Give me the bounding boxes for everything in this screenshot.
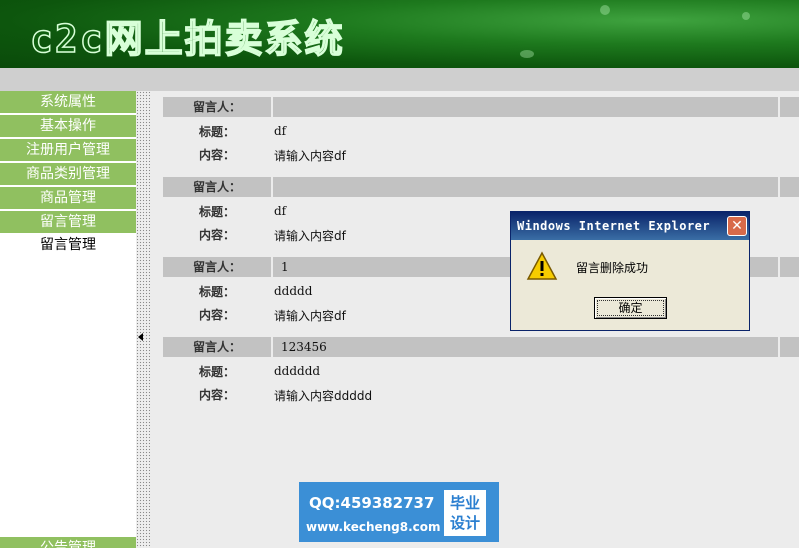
content-label: 内容： (198, 228, 235, 242)
dialog-message: 留言删除成功 (576, 261, 649, 275)
title-value: ddddd (274, 284, 313, 298)
author-value: 1 (281, 260, 289, 274)
watermark-badge: 毕业 设计 (444, 490, 486, 536)
message-header: 留言人： 123456 (163, 337, 799, 357)
divider (271, 97, 273, 117)
sidebar-splitter[interactable] (136, 91, 150, 548)
sidebar-item-product-categories[interactable]: 商品类别管理 (0, 163, 136, 185)
divider (271, 257, 273, 277)
sidebar-item-announcements[interactable]: 公告管理 (0, 537, 136, 548)
badge-line1: 毕业 (449, 494, 480, 512)
title-value: dddddd (274, 364, 321, 378)
warning-icon (526, 251, 558, 280)
sidebar-item-basic-operations[interactable]: 基本操作 (0, 115, 136, 137)
content-label: 内容： (198, 388, 235, 402)
author-label: 留言人： (192, 180, 241, 194)
sidebar-subitem-messages[interactable]: 留言管理 (0, 234, 136, 256)
collapse-arrow-icon[interactable] (138, 333, 143, 341)
content-label: 内容： (198, 148, 235, 162)
banner-decoration (520, 50, 534, 58)
sidebar: 系统属性 基本操作 注册用户管理 商品类别管理 商品管理 留言管理 留言管理 公… (0, 91, 136, 548)
banner: c2c网上拍卖系统 (0, 0, 799, 68)
dialog-titlebar[interactable]: Windows Internet Explorer ✕ (511, 212, 749, 240)
banner-title: c2c网上拍卖系统 (29, 16, 345, 62)
watermark-qq: QQ:459382737 (309, 494, 435, 512)
alert-dialog: Windows Internet Explorer ✕ 留言删除成功 确定 (510, 211, 750, 331)
banner-decoration (742, 12, 750, 20)
title-label: 标题： (198, 125, 235, 139)
author-value: 123456 (281, 340, 327, 354)
sidebar-item-products[interactable]: 商品管理 (0, 187, 136, 209)
title-value: df (274, 124, 287, 138)
content-value: 请输入内容df (274, 229, 346, 243)
divider (778, 337, 780, 357)
content-value: 请输入内容df (274, 309, 346, 323)
divider (778, 257, 780, 277)
badge-line2: 设计 (449, 514, 480, 532)
sidebar-item-system-attributes[interactable]: 系统属性 (0, 91, 136, 113)
watermark-url: www.kecheng8.com (306, 520, 441, 534)
message-header: 留言人： (163, 177, 799, 197)
title-label: 标题： (198, 285, 235, 299)
close-icon[interactable]: ✕ (727, 216, 747, 236)
author-label: 留言人： (192, 340, 241, 354)
header-bar (0, 68, 799, 91)
dialog-title: Windows Internet Explorer (517, 219, 711, 233)
title-value: df (274, 204, 287, 218)
watermark: QQ:459382737 www.kecheng8.com 毕业 设计 (299, 482, 499, 542)
title-label: 标题： (198, 365, 235, 379)
ok-button[interactable]: 确定 (594, 297, 667, 319)
banner-decoration (600, 5, 610, 15)
sidebar-item-registered-users[interactable]: 注册用户管理 (0, 139, 136, 161)
divider (271, 337, 273, 357)
author-label: 留言人： (192, 100, 241, 114)
sidebar-item-messages[interactable]: 留言管理 (0, 211, 136, 233)
author-label: 留言人： (192, 260, 241, 274)
divider (778, 97, 780, 117)
content-value: 请输入内容ddddd (274, 389, 373, 403)
message-header: 留言人： (163, 97, 799, 117)
divider (271, 177, 273, 197)
content-label: 内容： (198, 308, 235, 322)
content-value: 请输入内容df (274, 149, 346, 163)
title-label: 标题： (198, 205, 235, 219)
divider (778, 177, 780, 197)
